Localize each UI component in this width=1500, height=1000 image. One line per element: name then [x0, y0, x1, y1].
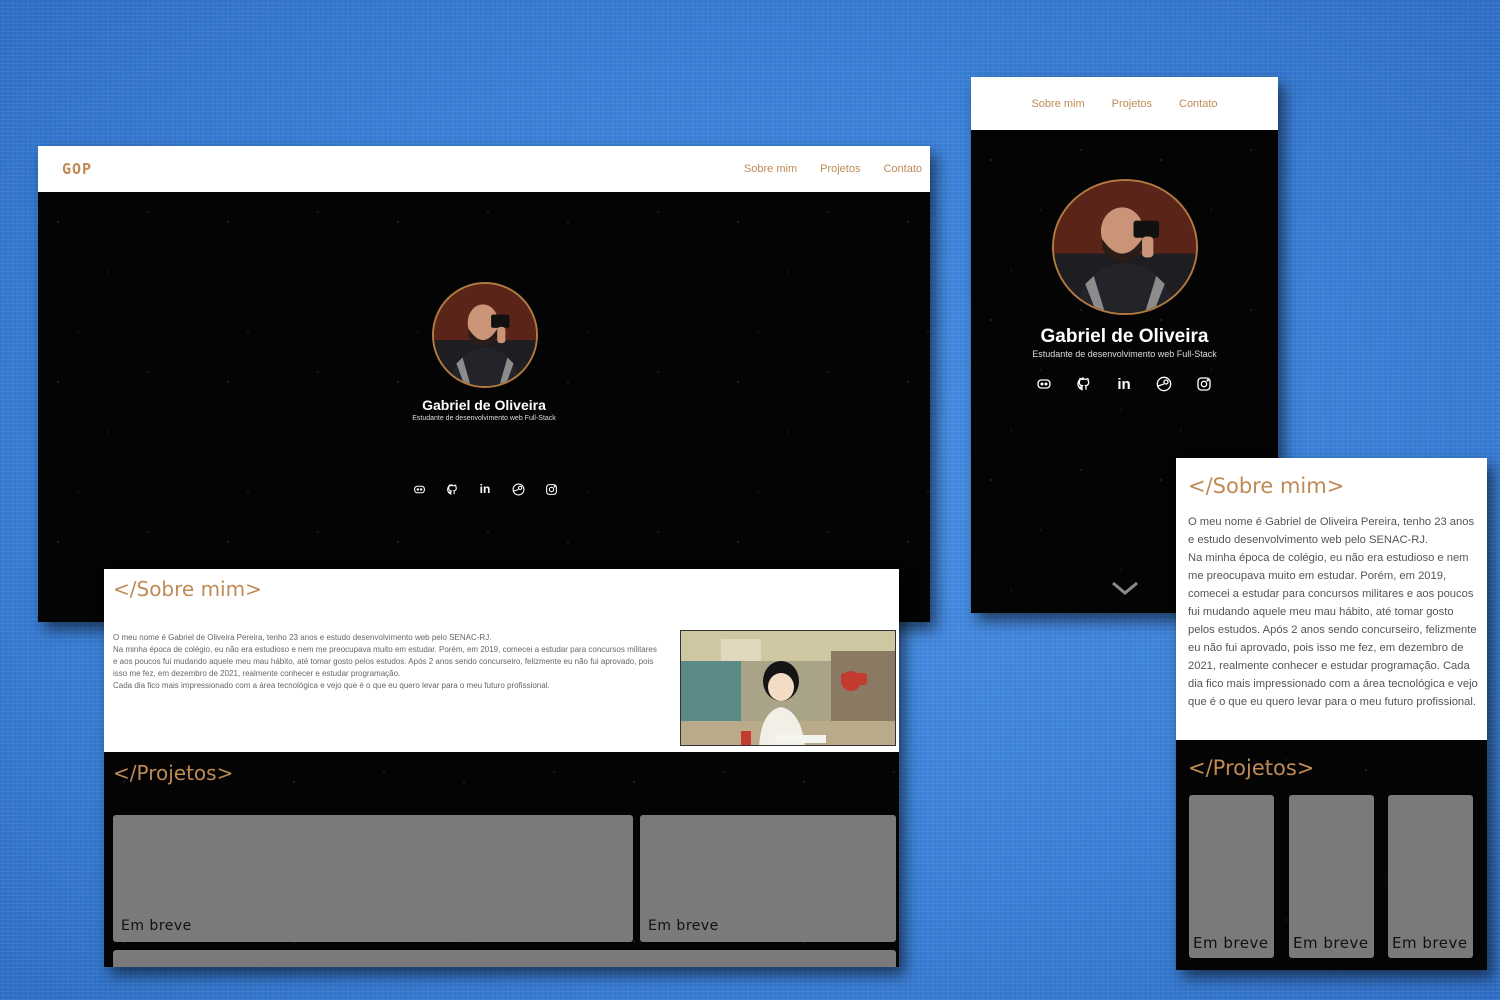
about-title: </Sobre mim>	[113, 577, 262, 601]
github-icon[interactable]	[1075, 375, 1093, 393]
desktop-hero-frame: GOP Sobre mim Projetos Contato Gabriel d…	[38, 146, 930, 622]
mobile-about-paragraph-1: O meu nome é Gabriel de Oliveira Pereira…	[1188, 516, 1475, 546]
mobile-project-card-2[interactable]: Em breve	[1289, 795, 1374, 958]
mobile-nav-link-sobre-mim[interactable]: Sobre mim	[1031, 98, 1084, 110]
discord-icon[interactable]	[412, 482, 426, 496]
mobile-nav-link-contato[interactable]: Contato	[1179, 98, 1218, 110]
mobile-profile-name: Gabriel de Oliveira	[1040, 326, 1209, 347]
project-card-label: Em breve	[1392, 934, 1468, 952]
mobile-navbar: Sobre mim Projetos Contato	[971, 77, 1278, 130]
mobile-projects-title: </Projetos>	[1188, 756, 1315, 780]
project-card-2[interactable]: Em breve	[640, 815, 896, 942]
desktop-navbar: GOP Sobre mim Projetos Contato	[38, 146, 930, 192]
profile-name: Gabriel de Oliveira	[422, 397, 546, 413]
desktop-social-links: in	[412, 482, 558, 496]
mobile-content-frame: </Sobre mim> O meu nome é Gabriel de Oli…	[1176, 458, 1487, 970]
instagram-icon[interactable]	[544, 482, 558, 496]
mobile-nav-link-projetos[interactable]: Projetos	[1112, 98, 1152, 110]
anime-kitchen-image	[681, 631, 895, 745]
github-icon[interactable]	[445, 482, 459, 496]
mobile-project-card-3[interactable]: Em breve	[1388, 795, 1473, 958]
about-illustration	[680, 630, 896, 746]
nav-link-sobre-mim[interactable]: Sobre mim	[744, 163, 797, 175]
nav-link-contato[interactable]: Contato	[883, 163, 922, 175]
about-paragraph-2: Na minha época de colégio, eu não era es…	[113, 645, 657, 678]
mobile-profile-subtitle: Estudante de desenvolvimento web Full-St…	[1032, 349, 1217, 359]
mobile-projects-section: </Projetos> Em breve Em breve Em breve	[1176, 740, 1487, 970]
project-card-label: Em breve	[648, 918, 719, 934]
logo[interactable]: GOP	[62, 160, 92, 178]
project-card-label: Em breve	[121, 918, 192, 934]
avatar	[432, 282, 538, 388]
mobile-about-paragraph-2: Na minha época de colégio, eu não era es…	[1188, 552, 1478, 708]
about-paragraph-3: Cada dia fico mais impressionado com a á…	[113, 681, 550, 690]
project-card-label: Em breve	[1193, 934, 1269, 952]
project-card-3[interactable]	[113, 950, 896, 967]
steam-icon[interactable]	[1155, 375, 1173, 393]
desktop-hero: Gabriel de Oliveira Estudante de desenvo…	[38, 192, 930, 622]
mobile-about-section: </Sobre mim> O meu nome é Gabriel de Oli…	[1176, 458, 1487, 740]
steam-icon[interactable]	[511, 482, 525, 496]
avatar-photo	[434, 284, 536, 386]
desktop-about-section: </Sobre mim> O meu nome é Gabriel de Oli…	[104, 569, 899, 752]
mobile-project-card-1[interactable]: Em breve	[1189, 795, 1274, 958]
scroll-down-chevron-icon[interactable]	[1111, 580, 1139, 596]
discord-icon[interactable]	[1035, 375, 1053, 393]
linkedin-icon[interactable]: in	[1115, 375, 1133, 393]
nav-link-projetos[interactable]: Projetos	[820, 163, 860, 175]
mobile-social-links: in	[1035, 375, 1213, 393]
project-card-label: Em breve	[1293, 934, 1369, 952]
desktop-content-frame: </Sobre mim> O meu nome é Gabriel de Oli…	[104, 569, 899, 967]
about-text: O meu nome é Gabriel de Oliveira Pereira…	[113, 632, 661, 692]
projects-title: </Projetos>	[113, 761, 234, 785]
desktop-projects-section: </Projetos> Em breve Em breve	[104, 752, 899, 967]
linkedin-icon[interactable]: in	[478, 482, 492, 496]
nav-links: Sobre mim Projetos Contato	[744, 163, 922, 175]
mobile-about-text: O meu nome é Gabriel de Oliveira Pereira…	[1188, 513, 1478, 711]
about-paragraph-1: O meu nome é Gabriel de Oliveira Pereira…	[113, 633, 492, 642]
project-card-1[interactable]: Em breve	[113, 815, 633, 942]
mobile-about-title: </Sobre mim>	[1188, 474, 1345, 498]
profile-subtitle: Estudante de desenvolvimento web Full-St…	[412, 415, 556, 422]
mobile-avatar	[1052, 179, 1198, 315]
instagram-icon[interactable]	[1195, 375, 1213, 393]
mobile-avatar-photo	[1054, 181, 1196, 313]
